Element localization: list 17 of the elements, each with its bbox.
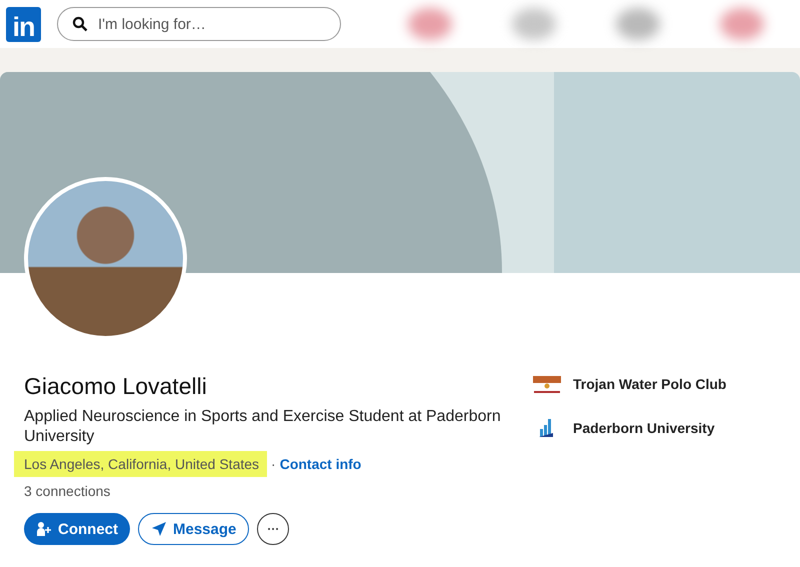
profile-name: Giacomo Lovatelli [24, 372, 208, 401]
connections-count: 3 connections [24, 483, 112, 499]
connect-button[interactable]: Connect [24, 513, 130, 545]
message-button[interactable]: Message [138, 513, 250, 545]
profile-headline: Applied Neuroscience in Sports and Exercise Student at Paderborn University [24, 407, 502, 447]
search-icon [72, 16, 88, 32]
location-text: Los Angeles, California, United States [14, 451, 268, 477]
contact-info-link[interactable]: Contact info [280, 456, 362, 472]
affiliation-name[interactable]: Trojan Water Polo Club [573, 376, 726, 392]
club-logo-icon [531, 373, 563, 395]
send-icon [151, 521, 167, 537]
separator-dot: · [271, 456, 276, 472]
add-person-icon [36, 521, 52, 537]
search-field[interactable]: I'm looking for… [57, 7, 341, 41]
affiliation-name[interactable]: Paderborn University [573, 420, 715, 436]
more-button[interactable]: ··· [257, 513, 290, 545]
logo[interactable]: in [6, 6, 41, 42]
